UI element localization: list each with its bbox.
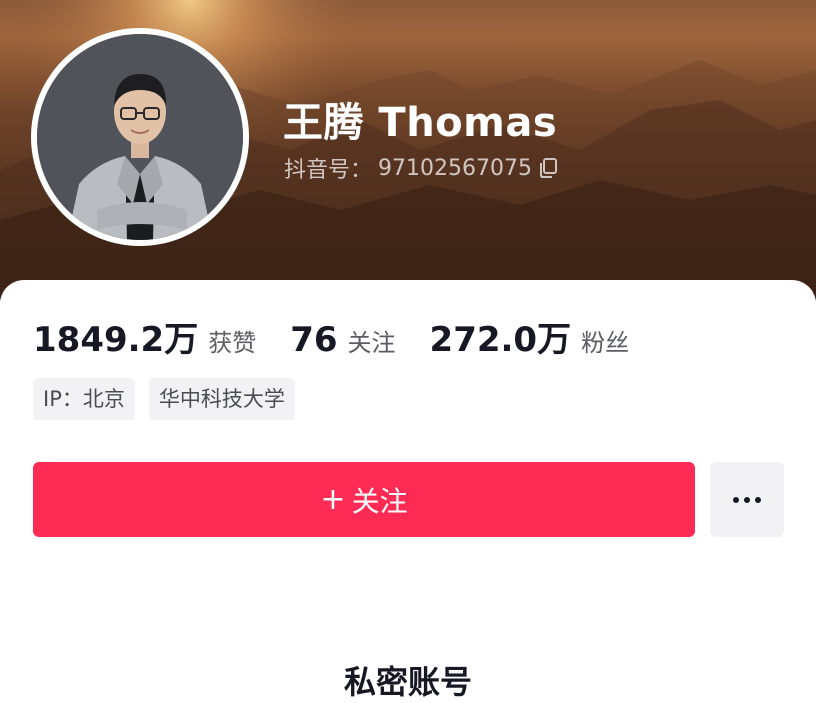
profile-tags: IP：北京 华中科技大学 — [33, 378, 295, 420]
avatar-image — [37, 34, 243, 240]
plus-icon: + — [320, 481, 346, 517]
tag-school[interactable]: 华中科技大学 — [148, 378, 295, 420]
douyin-id-label: 抖音号： — [284, 158, 373, 183]
tag-ip-location: IP：北京 — [33, 378, 135, 420]
stat-followers-value: 272.0万 — [429, 320, 572, 360]
stat-following[interactable]: 76 关注 — [290, 320, 395, 360]
profile-name: 王腾 Thomas — [283, 100, 558, 146]
stat-followers-label: 粉丝 — [581, 329, 630, 357]
douyin-id-row[interactable]: 抖音号： 97102567075 — [284, 152, 558, 184]
follow-button-label: 关注 — [351, 484, 408, 518]
avatar[interactable] — [31, 28, 249, 246]
stat-following-label: 关注 — [347, 329, 396, 357]
douyin-id-value: 97102567075 — [378, 155, 532, 181]
copy-icon[interactable] — [538, 157, 558, 179]
more-button[interactable] — [710, 462, 784, 537]
stat-followers[interactable]: 272.0万 粉丝 — [430, 312, 630, 361]
stat-likes-label: 获赞 — [208, 329, 257, 357]
profile-stats: 1849.2万 获赞 76 关注 272.0万 粉丝 — [33, 312, 663, 361]
stat-likes-value: 1849.2万 — [33, 320, 199, 360]
stat-following-value: 76 — [290, 320, 338, 360]
follow-button[interactable]: + 关注 — [33, 462, 695, 537]
person-portrait-icon — [37, 34, 243, 240]
more-dots-icon — [733, 496, 761, 503]
private-account-notice: 私密账号 — [343, 663, 472, 701]
stat-likes[interactable]: 1849.2万 获赞 — [33, 312, 256, 361]
